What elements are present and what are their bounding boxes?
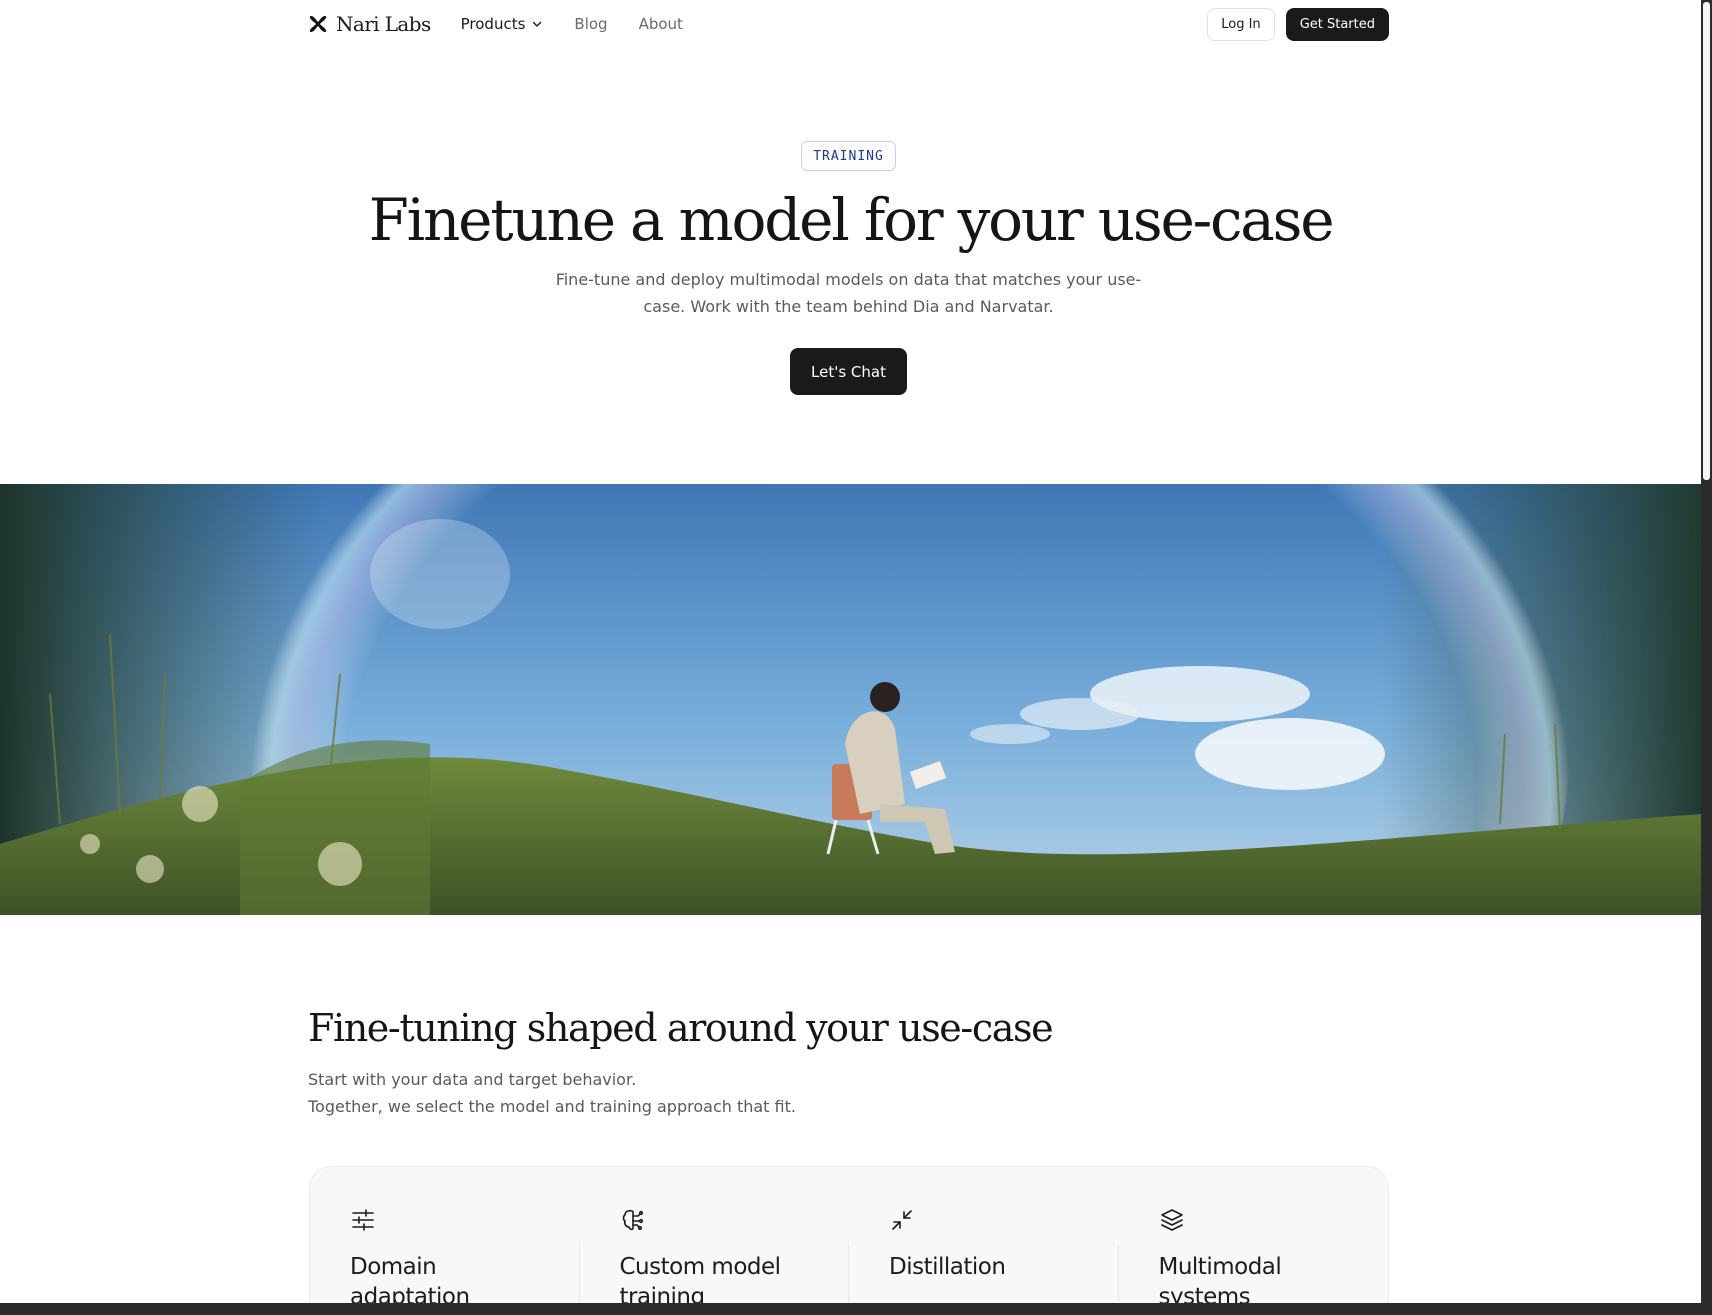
brain-icon (620, 1207, 850, 1233)
card-domain-adaptation: Domain adaptation (310, 1167, 580, 1315)
section-title: Fine-tuning shaped around your use-case (308, 1006, 1054, 1050)
x-logo-icon (308, 14, 328, 34)
sliders-icon (350, 1207, 580, 1233)
card-multimodal-systems: Multimodal systems (1119, 1167, 1389, 1315)
nav-about-link[interactable]: About (639, 15, 683, 33)
lets-chat-button[interactable]: Let's Chat (790, 348, 907, 395)
brand-logo[interactable]: Nari Labs (308, 12, 431, 36)
nav-actions: Log In Get Started (1207, 7, 1389, 41)
section-subtitle-line-1: Start with your data and target behavior… (308, 1070, 637, 1089)
section-subtitle: Start with your data and target behavior… (308, 1066, 908, 1120)
horizontal-scrollbar[interactable] (0, 1303, 1712, 1315)
nav-blog-link[interactable]: Blog (574, 15, 607, 33)
layers-icon (1159, 1207, 1389, 1233)
card-title: Distillation (889, 1254, 1006, 1280)
card-custom-model-training: Custom model training (580, 1167, 850, 1315)
brand-name: Nari Labs (336, 12, 431, 36)
login-button[interactable]: Log In (1207, 7, 1275, 41)
hero-title: Finetune a model for your use-case (368, 186, 1335, 254)
training-badge: TRAINING (801, 141, 896, 171)
card-distillation: Distillation (849, 1167, 1119, 1315)
get-started-button[interactable]: Get Started (1285, 7, 1389, 41)
nav-links: Products Blog About (461, 15, 683, 33)
hero-subtitle: Fine-tune and deploy multimodal models o… (555, 270, 1142, 316)
hero-image (0, 484, 1701, 915)
chevron-down-icon (531, 18, 543, 30)
section-subtitle-line-2: Together, we select the model and traini… (308, 1097, 796, 1116)
minimize-arrows-icon (889, 1207, 1119, 1233)
bubble-meadow-illustration (0, 484, 1701, 915)
nav-products-label: Products (460, 15, 526, 33)
nav-products-dropdown[interactable]: Products (461, 15, 544, 33)
vertical-scrollbar[interactable] (1701, 0, 1712, 1315)
nav-container: Nari Labs Products Blog About Log In Get… (308, 0, 1389, 48)
feature-cards: Domain adaptation Custom model training … (309, 1166, 1389, 1315)
top-navigation: Nari Labs Products Blog About Log In Get… (0, 0, 1701, 48)
scrollbar-thumb[interactable] (1703, 2, 1710, 480)
